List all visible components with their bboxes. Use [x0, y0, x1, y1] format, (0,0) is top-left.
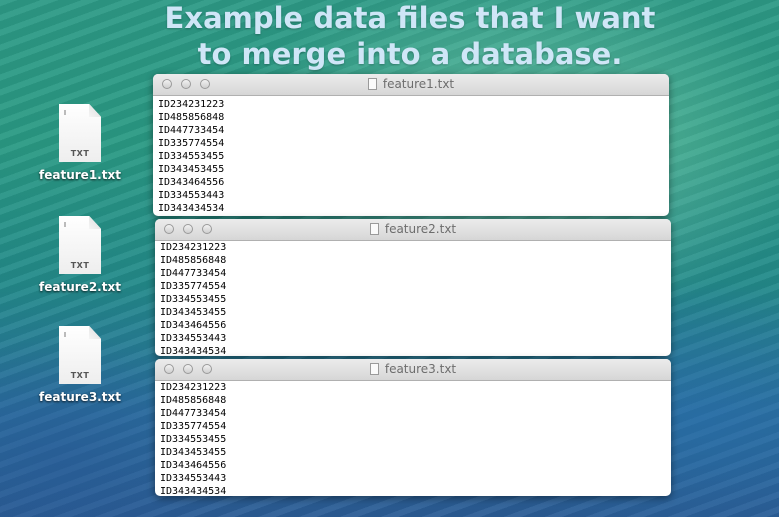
- text-editor-window-feature1[interactable]: feature1.txt ID234231223 ID485856848 ID4…: [153, 74, 669, 216]
- desktop-file-feature1[interactable]: TXT feature1.txt: [35, 104, 125, 182]
- text-line: ID447733454: [160, 268, 227, 279]
- text-content-area[interactable]: ID234231223 ID485856848 ID447733454 ID33…: [155, 241, 671, 356]
- text-line: ID335774554: [160, 421, 227, 432]
- text-line: ID334553455: [160, 294, 227, 305]
- text-line: ID485856848: [160, 395, 227, 406]
- desktop-file-feature2[interactable]: TXT feature2.txt: [35, 216, 125, 294]
- desktop-file-name: feature1.txt: [39, 168, 121, 182]
- text-line: ID485856848: [160, 255, 227, 266]
- text-line: ID343453455: [160, 447, 227, 458]
- text-editor-window-feature3[interactable]: feature3.txt ID234231223 ID485856848 ID4…: [155, 359, 671, 496]
- text-line: ID335774554: [158, 138, 225, 149]
- window-title: feature1.txt: [153, 77, 669, 91]
- text-line: ID447733454: [158, 125, 225, 136]
- window-title: feature3.txt: [155, 362, 671, 376]
- window-titlebar[interactable]: feature3.txt: [155, 359, 671, 381]
- text-line: ID234231223: [158, 99, 225, 110]
- window-title-text: feature2.txt: [384, 222, 457, 236]
- file-type-label: TXT: [70, 149, 90, 158]
- text-line: ID343464556: [160, 460, 227, 471]
- txt-file-icon: TXT: [59, 104, 101, 162]
- file-type-label: TXT: [70, 261, 90, 270]
- text-line: ID234231223: [160, 382, 227, 393]
- slide-headline: Example data files that I want to merge …: [150, 0, 670, 72]
- text-line: ID343453455: [160, 307, 227, 318]
- text-line: ID343434534: [160, 486, 227, 496]
- desktop-file-name: feature2.txt: [39, 280, 121, 294]
- text-line: ID343434534: [158, 203, 225, 214]
- window-title: feature2.txt: [155, 222, 671, 236]
- text-line: ID335774554: [160, 281, 227, 292]
- window-title-text: feature3.txt: [384, 362, 457, 376]
- desktop-file-name: feature3.txt: [39, 390, 121, 404]
- headline-line-1: Example data files that I want: [164, 1, 656, 35]
- txt-file-icon: TXT: [59, 216, 101, 274]
- text-editor-window-feature2[interactable]: feature2.txt ID234231223 ID485856848 ID4…: [155, 219, 671, 356]
- text-line: ID334553443: [160, 473, 227, 484]
- document-icon: [367, 78, 377, 90]
- txt-file-icon: TXT: [59, 326, 101, 384]
- text-line: ID343464556: [158, 177, 225, 188]
- text-content-area[interactable]: ID234231223 ID485856848 ID447733454 ID33…: [153, 96, 669, 215]
- file-type-label: TXT: [70, 371, 90, 380]
- window-titlebar[interactable]: feature2.txt: [155, 219, 671, 241]
- text-content-area[interactable]: ID234231223 ID485856848 ID447733454 ID33…: [155, 381, 671, 496]
- text-line: ID334553443: [158, 190, 225, 201]
- document-icon: [369, 363, 379, 375]
- document-icon: [369, 223, 379, 235]
- text-line: ID343434534: [160, 346, 227, 356]
- headline-line-2: to merge into a database.: [197, 37, 623, 71]
- window-titlebar[interactable]: feature1.txt: [153, 74, 669, 96]
- text-line: ID234231223: [160, 242, 227, 253]
- window-title-text: feature1.txt: [382, 77, 455, 91]
- text-line: ID343453455: [158, 164, 225, 175]
- text-line: ID447733454: [160, 408, 227, 419]
- text-line: ID334553455: [158, 151, 225, 162]
- text-line: ID485856848: [158, 112, 225, 123]
- text-line: ID334553455: [160, 434, 227, 445]
- text-line: ID334553443: [160, 333, 227, 344]
- text-line: ID343464556: [160, 320, 227, 331]
- desktop-file-feature3[interactable]: TXT feature3.txt: [35, 326, 125, 404]
